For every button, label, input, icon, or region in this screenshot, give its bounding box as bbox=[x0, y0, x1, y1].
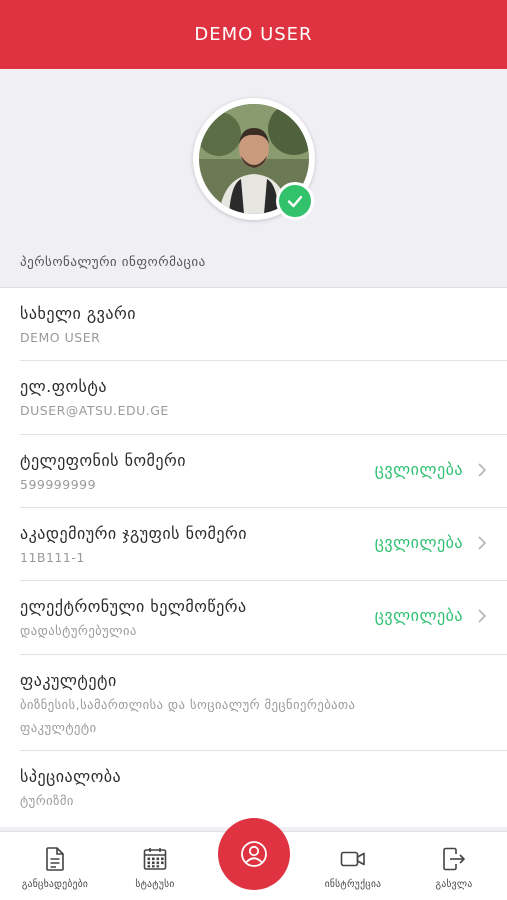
row-email: ელ.ფოსტა DUSER@ATSU.EDU.GE bbox=[0, 361, 507, 435]
change-signature-button[interactable]: ცვლილება bbox=[375, 606, 463, 625]
tab-label: ინსტრუქცია bbox=[324, 879, 382, 890]
row-phone[interactable]: ტელეფონის ნომერი 599999999 ცვლილება bbox=[0, 435, 507, 508]
tab-label: გასვლა bbox=[435, 879, 473, 890]
row-specialty: სპეციალობა ტურიზმი bbox=[0, 751, 507, 826]
row-value-line2: ფაკულტეტი bbox=[20, 720, 97, 735]
checkmark-icon bbox=[287, 195, 303, 208]
chevron-right-icon[interactable] bbox=[475, 536, 489, 550]
app-header: DEMO USER bbox=[0, 0, 507, 69]
tab-label: განცხადებები bbox=[21, 879, 89, 890]
row-academic-group[interactable]: აკადემიური ჯგუფის ნომერი 11B111-1 ცვლილე… bbox=[0, 508, 507, 581]
row-title: ტელეფონის ნომერი bbox=[20, 451, 187, 470]
row-faculty: ფაკულტეტი ბიზნესის,სამართლისა და სოციალუ… bbox=[0, 655, 507, 751]
row-full-name: სახელი გვარი DEMO USER bbox=[0, 288, 507, 361]
tab-instructions[interactable]: ინსტრუქცია bbox=[312, 832, 394, 900]
row-value: DUSER@ATSU.EDU.GE bbox=[20, 403, 169, 418]
verified-badge bbox=[276, 182, 314, 220]
logout-icon bbox=[443, 847, 465, 871]
video-icon bbox=[340, 851, 365, 867]
personal-info-list: სახელი გვარი DEMO USER ელ.ფოსტა DUSER@AT… bbox=[0, 287, 507, 827]
row-title: აკადემიური ჯგუფის ნომერი bbox=[20, 524, 248, 543]
tab-label: სტატუსი bbox=[135, 879, 175, 890]
row-title: ელ.ფოსტა bbox=[20, 377, 107, 396]
row-title: ფაკულტეტი bbox=[20, 671, 117, 690]
tab-logout[interactable]: გასვლა bbox=[414, 832, 494, 900]
row-value-line1: ბიზნესის,სამართლისა და სოციალურ მეცნიერე… bbox=[20, 697, 356, 712]
avatar-frame[interactable] bbox=[193, 98, 315, 220]
row-e-signature[interactable]: ელექტრონული ხელმოწერა დადასტურებულია ცვლ… bbox=[0, 581, 507, 655]
row-value: 599999999 bbox=[20, 477, 97, 492]
row-value: ტურიზმი bbox=[20, 793, 74, 808]
change-phone-button[interactable]: ცვლილება bbox=[375, 460, 463, 479]
profile-icon bbox=[241, 841, 267, 867]
tab-status[interactable]: სტატუსი bbox=[115, 832, 195, 900]
row-title: სახელი გვარი bbox=[20, 304, 137, 323]
chevron-right-icon[interactable] bbox=[475, 463, 489, 477]
row-value: DEMO USER bbox=[20, 330, 101, 345]
change-group-button[interactable]: ცვლილება bbox=[375, 533, 463, 552]
section-label: პერსონალური ინფორმაცია bbox=[20, 255, 206, 270]
chevron-right-icon[interactable] bbox=[475, 609, 489, 623]
calendar-icon bbox=[143, 848, 167, 870]
profile-tab-button[interactable] bbox=[218, 818, 290, 890]
document-icon bbox=[46, 847, 64, 871]
row-title: სპეციალობა bbox=[20, 767, 122, 786]
profile-area: პერსონალური ინფორმაცია bbox=[0, 69, 507, 287]
row-title: ელექტრონული ხელმოწერა bbox=[20, 597, 247, 616]
tab-applications[interactable]: განცხადებები bbox=[14, 832, 96, 900]
row-value: დადასტურებულია bbox=[20, 623, 137, 638]
header-title: DEMO USER bbox=[194, 24, 313, 45]
row-value: 11B111-1 bbox=[20, 550, 85, 565]
